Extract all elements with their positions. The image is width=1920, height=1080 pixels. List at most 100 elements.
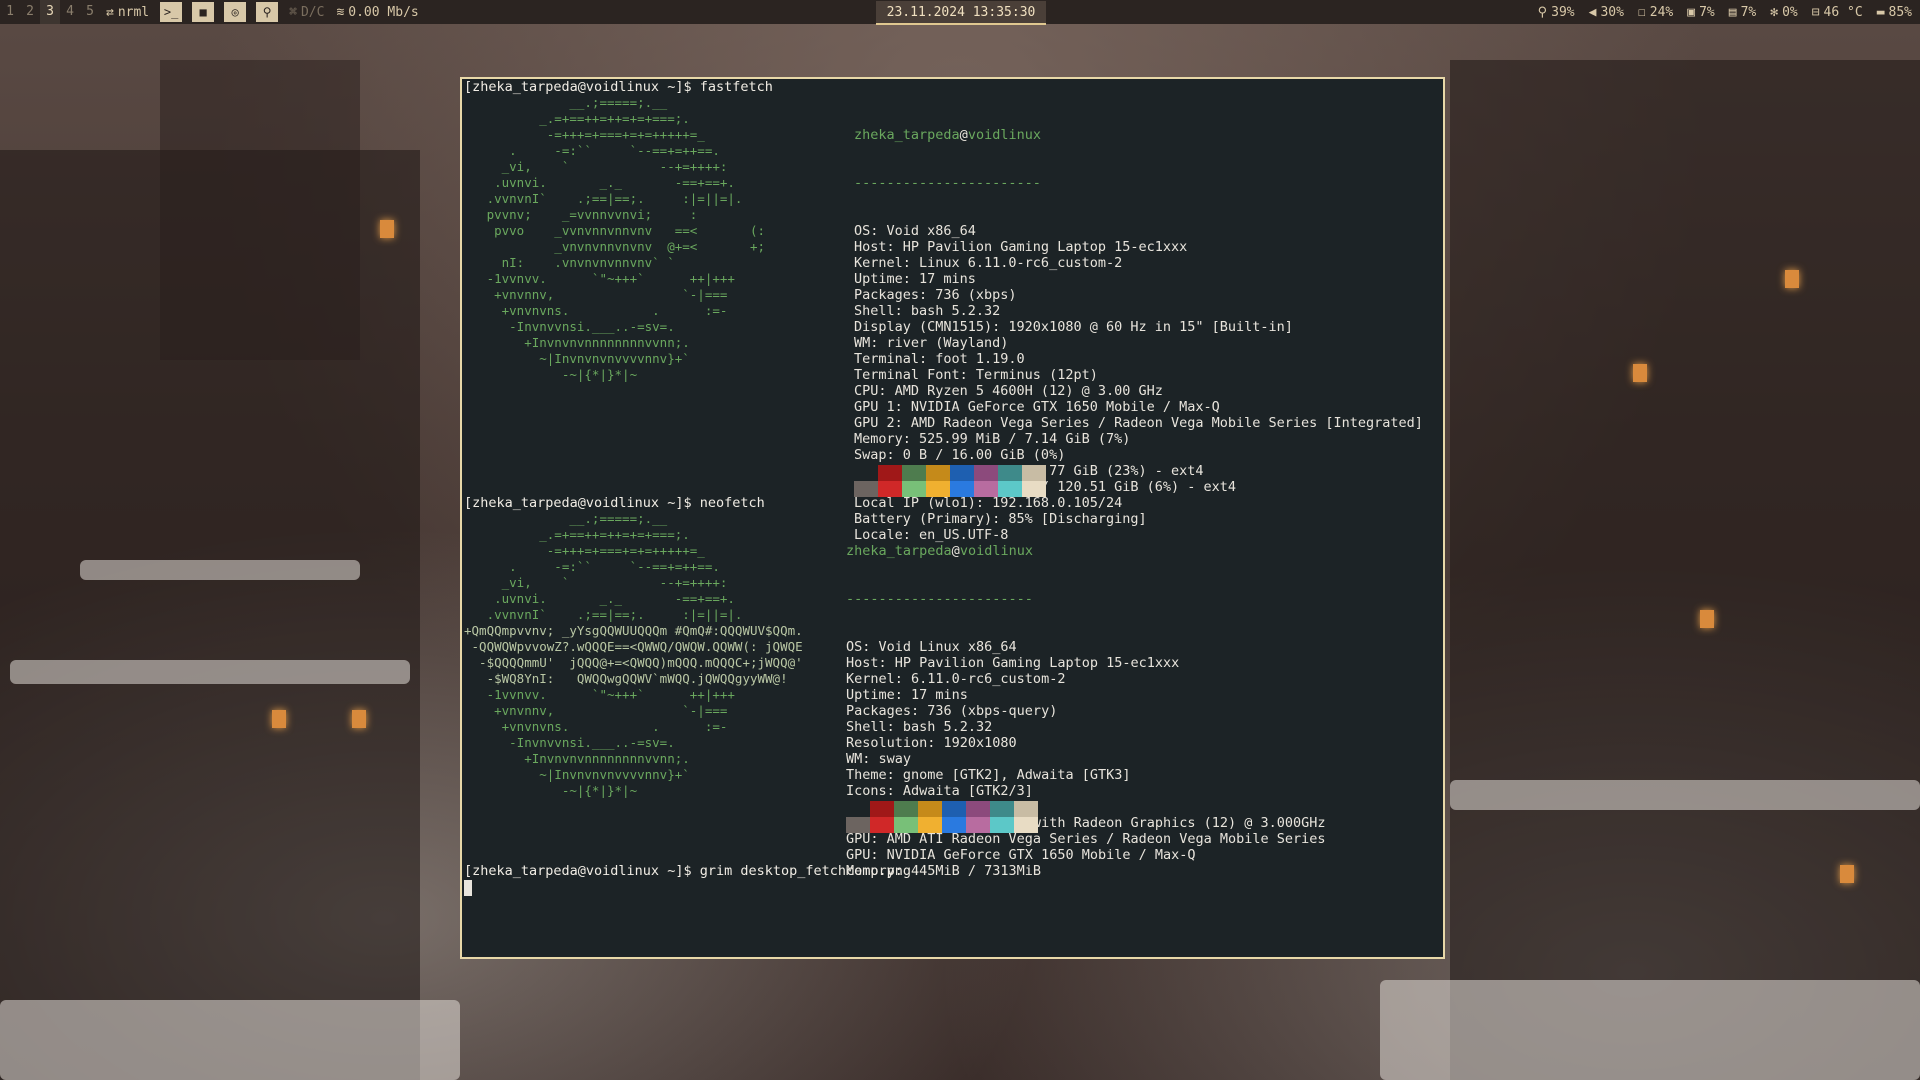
palette-swatch <box>966 817 990 833</box>
neofetch-line: GPU: AMD ATI Radeon Vega Series / Radeon… <box>846 831 1326 847</box>
palette-swatch <box>918 817 942 833</box>
ascii-line: _vnvnvnnvnvnv @+=< +; <box>464 239 766 254</box>
temperature-icon: ⊟ <box>1811 4 1820 20</box>
palette-swatch <box>942 801 966 817</box>
volume-icon: ◀ <box>1588 4 1597 20</box>
search-button[interactable]: ⚲ <box>256 2 279 22</box>
neofetch-line: Uptime: 17 mins <box>846 687 968 703</box>
ascii-line: +QmQQmpvvnv; _yYsgQQWUUQQQm #QmQ#:QQQWUV… <box>464 623 803 638</box>
clock: 23.11.2024 13:35:30 <box>876 1 1046 25</box>
ascii-line: pvvo _vvnvnnvnnvnv ==< (: <box>464 223 766 238</box>
prompt-grim: [zheka_tarpeda@voidlinux ~]$ grim deskto… <box>464 863 912 879</box>
fastfetch-line: Host: HP Pavilion Gaming Laptop 15-ec1xx… <box>854 239 1188 255</box>
palette-swatch <box>1014 817 1038 833</box>
ascii-line: .vvnvnI` .;==|==;. :|=||=|. <box>464 607 743 622</box>
mode-indicator: ⇄ nrml <box>100 0 155 24</box>
fastfetch-line: Terminal: foot 1.19.0 <box>854 351 1025 367</box>
palette-swatch <box>974 465 998 481</box>
neofetch-line: Memory: 445MiB / 7313MiB <box>846 863 1042 879</box>
palette-swatch <box>902 481 926 497</box>
terminal-launcher-button[interactable]: >_ <box>160 2 183 22</box>
fastfetch-line: GPU 1: NVIDIA GeForce GTX 1650 Mobile / … <box>854 399 1220 415</box>
stat-cpu: ▣ 7% <box>1687 4 1715 20</box>
palette-swatch <box>1022 481 1046 497</box>
ascii-line: .uvnvi. _._ -==+==+. <box>464 175 735 190</box>
ascii-line: _.=+==++=++=+=+===;. <box>464 111 690 126</box>
fastfetch-line: Local IP (wlo1): 192.168.0.105/24 <box>854 495 1123 511</box>
stat-temperature: ⊟ 46 °C <box>1811 4 1863 20</box>
palette-swatch <box>870 817 894 833</box>
palette-swatch <box>990 801 1014 817</box>
neofetch-info: zheka_tarpeda@voidlinux ----------------… <box>846 511 1326 911</box>
stat-volume[interactable]: ◀ 30% <box>1589 5 1624 20</box>
ascii-line: -=+++=+===+=+=+++++=_ <box>464 127 705 142</box>
folder-icon: ■ <box>199 5 207 19</box>
ascii-line: -Invnvvnsi.___..-=sv=. <box>464 319 675 334</box>
palette-swatch <box>846 801 870 817</box>
fastfetch-ascii-logo: __.;=====;.__ _.=+==++=++=+=+===;. -=+++… <box>464 95 765 383</box>
terminal-window[interactable]: [zheka_tarpeda@voidlinux ~]$ fastfetch _… <box>460 77 1445 959</box>
neofetch-line: OS: Void Linux x86_64 <box>846 639 1017 655</box>
palette-swatch <box>854 481 878 497</box>
neofetch-title: zheka_tarpeda@voidlinux <box>846 543 1033 559</box>
ascii-line: ~|Invnvnvnvvvvnnv}+` <box>464 351 690 366</box>
ascii-line: -1vvnvv. `"~+++` ++|+++ <box>464 687 735 702</box>
ascii-line: . -=:`` `--==+=++==. <box>464 559 720 574</box>
neofetch-line: Kernel: 6.11.0-rc6_custom-2 <box>846 671 1066 687</box>
network-label: D/C <box>300 4 325 20</box>
palette-swatch <box>878 465 902 481</box>
ascii-line: +vnvnvns. . :=- <box>464 303 728 318</box>
ascii-line: _vi, ` --+=++++: <box>464 575 728 590</box>
neofetch-line: GPU: NVIDIA GeForce GTX 1650 Mobile / Ma… <box>846 847 1196 863</box>
fastfetch-line: WM: river (Wayland) <box>854 335 1009 351</box>
file-manager-button[interactable]: ■ <box>192 2 215 22</box>
fastfetch-info: zheka_tarpeda@voidlinux ----------------… <box>854 95 1423 575</box>
ascii-line: +vnvnvns. . :=- <box>464 719 728 734</box>
palette-swatch <box>894 801 918 817</box>
ascii-line: _.=+==++=++=+=+===;. <box>464 527 690 542</box>
prompt-neofetch: [zheka_tarpeda@voidlinux ~]$ neofetch <box>464 495 765 511</box>
fan-icon: ✻ <box>1770 4 1779 20</box>
workspace-3[interactable]: 3 <box>40 0 60 24</box>
fastfetch-line: GPU 2: AMD Radeon Vega Series / Radeon V… <box>854 415 1423 431</box>
ascii-line: -=+++=+===+=+=+++++=_ <box>464 543 705 558</box>
ascii-line: _vi, ` --+=++++: <box>464 159 728 174</box>
stat-memory: ▤ 7% <box>1728 4 1757 20</box>
workspace-1[interactable]: 1 <box>0 0 20 24</box>
neofetch-separator: ----------------------- <box>846 591 1033 607</box>
workspace-5[interactable]: 5 <box>80 0 100 24</box>
ascii-line: +Invnvnvnnnnnnnnvvnn;. <box>464 751 690 766</box>
mode-label: nrml <box>117 4 150 20</box>
terminal-icon: >_ <box>163 5 179 19</box>
neofetch-line: Theme: gnome [GTK2], Adwaita [GTK3] <box>846 767 1131 783</box>
neofetch-ascii-logo: __.;=====;.__ _.=+==++=++=+=+===;. -=+++… <box>464 511 803 799</box>
palette-swatch <box>870 801 894 817</box>
ascii-line: .uvnvi. _._ -==+==+. <box>464 591 735 606</box>
ascii-line: __.;=====;.__ <box>464 95 668 110</box>
ascii-line: ~|Invnvnvnvvvvnnv}+` <box>464 767 690 782</box>
workspace-4[interactable]: 4 <box>60 0 80 24</box>
ascii-line: -$QQQQmmU' jQQQ@+=<QWQQ)mQQQ.mQQQC+;jWQQ… <box>464 655 803 670</box>
fastfetch-color-palette <box>854 465 1046 497</box>
neofetch-line: Resolution: 1920x1080 <box>846 735 1017 751</box>
palette-swatch <box>902 465 926 481</box>
palette-swatch <box>854 465 878 481</box>
fastfetch-line: Terminal Font: Terminus (12pt) <box>854 367 1098 383</box>
net-speed: ≋ 0.00 Mb/s <box>330 0 424 24</box>
net-speed-value: 0.00 Mb/s <box>348 4 419 20</box>
palette-swatch <box>974 481 998 497</box>
neofetch-line: Packages: 736 (xbps-query) <box>846 703 1058 719</box>
ascii-line: -$WQ8YnI: QWQQwgQQWV`mWQQ.jQWQQgyyWW@! <box>464 671 788 686</box>
location-icon: ⚲ <box>1537 4 1548 20</box>
stat-brightness[interactable]: ☐ 24% <box>1638 5 1673 20</box>
browser-button[interactable]: ◎ <box>224 2 247 22</box>
ascii-line: .vvnvnI` .;==|==;. :|=||=|. <box>464 191 743 206</box>
palette-swatch <box>1014 801 1038 817</box>
ascii-line: +Invnvnvnnnnnnnnvvnn;. <box>464 335 690 350</box>
ascii-line: -1vvnvv. `"~+++` ++|+++ <box>464 271 735 286</box>
palette-swatch <box>950 481 974 497</box>
fastfetch-line: Uptime: 17 mins <box>854 271 976 287</box>
palette-swatch <box>966 801 990 817</box>
workspace-2[interactable]: 2 <box>20 0 40 24</box>
fastfetch-title: zheka_tarpeda@voidlinux <box>854 127 1041 143</box>
